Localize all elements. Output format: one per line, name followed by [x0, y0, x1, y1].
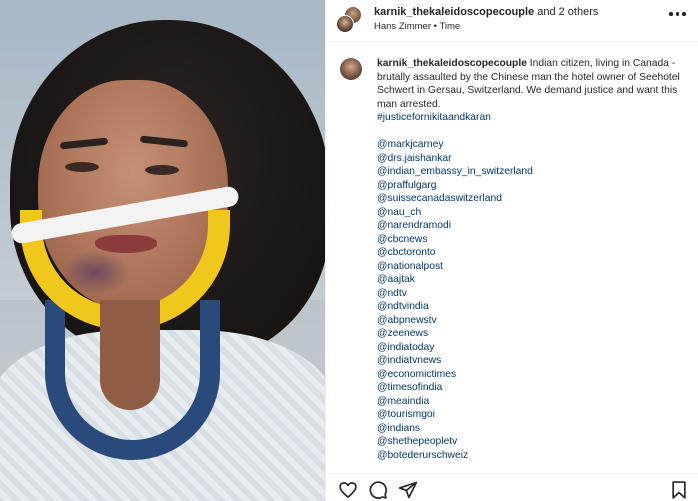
mention-link[interactable]: @ndtvindia	[377, 300, 687, 314]
mention-link[interactable]: @indiatvnews	[377, 354, 687, 368]
mention-link[interactable]: @timesofindia	[377, 381, 687, 395]
avatar[interactable]	[340, 58, 362, 80]
more-dot	[669, 12, 673, 16]
bookmark-icon[interactable]	[669, 480, 689, 500]
mention-link[interactable]: @aajtak	[377, 273, 687, 287]
mention-link[interactable]: @drs.jaishankar	[377, 152, 687, 166]
mention-link[interactable]: @indiatoday	[377, 341, 687, 355]
more-dot	[682, 12, 686, 16]
more-dot	[675, 12, 679, 16]
heart-icon[interactable]	[338, 480, 358, 500]
mention-link[interactable]: @praffulgarg	[377, 179, 687, 193]
mention-link[interactable]: @zeenews	[377, 327, 687, 341]
caption-text: karnik_thekaleidoscopecouple Indian citi…	[377, 57, 687, 462]
photo-neck	[100, 300, 160, 410]
comment-icon[interactable]	[368, 480, 388, 500]
mention-link[interactable]: @cbctoronto	[377, 246, 687, 260]
mention-link[interactable]: @economictimes	[377, 368, 687, 382]
collab-avatars[interactable]	[336, 6, 366, 34]
action-bar	[326, 473, 698, 501]
post-author-line: karnik_thekaleidoscopecouple and 2 other…	[374, 6, 598, 18]
post-image[interactable]	[0, 0, 325, 501]
more-options-icon[interactable]	[669, 12, 687, 18]
photo-eye-right	[145, 165, 179, 175]
mention-link[interactable]: @nau_ch	[377, 206, 687, 220]
audio-credit[interactable]: Hans Zimmer • Time	[374, 21, 460, 32]
mention-link[interactable]: @suissecanadaswitzerland	[377, 192, 687, 206]
photo-eye-left	[65, 162, 99, 172]
mention-link[interactable]: @ndtv	[377, 287, 687, 301]
mention-link[interactable]: @abpnewstv	[377, 314, 687, 328]
mention-link[interactable]: @nationalpost	[377, 260, 687, 274]
post-details-panel: karnik_thekaleidoscopecouple and 2 other…	[325, 0, 698, 501]
mention-link[interactable]: @indian_embassy_in_switzerland	[377, 165, 687, 179]
caption-area: karnik_thekaleidoscopecouple Indian citi…	[326, 42, 698, 467]
mention-link[interactable]: @shethepeopletv	[377, 435, 687, 449]
mention-list: @markjcarney @drs.jaishankar @indian_emb…	[377, 138, 687, 462]
collab-others-link[interactable]: and 2 others	[534, 6, 598, 18]
mention-link[interactable]: @indians	[377, 422, 687, 436]
mention-link[interactable]: @narendramodi	[377, 219, 687, 233]
caption-username[interactable]: karnik_thekaleidoscopecouple	[377, 58, 527, 69]
mention-link[interactable]: @botederurschweiz	[377, 449, 687, 463]
mention-link[interactable]: @markjcarney	[377, 138, 687, 152]
author-username[interactable]: karnik_thekaleidoscopecouple	[374, 6, 534, 18]
mention-link[interactable]: @meaindia	[377, 395, 687, 409]
hashtag-link[interactable]: #justicefornikitaandkaran	[377, 111, 687, 125]
post-header: karnik_thekaleidoscopecouple and 2 other…	[326, 0, 698, 42]
share-icon[interactable]	[398, 480, 418, 500]
mention-link[interactable]: @cbcnews	[377, 233, 687, 247]
avatar[interactable]	[336, 15, 354, 33]
mention-link[interactable]: @tourismgoi	[377, 408, 687, 422]
